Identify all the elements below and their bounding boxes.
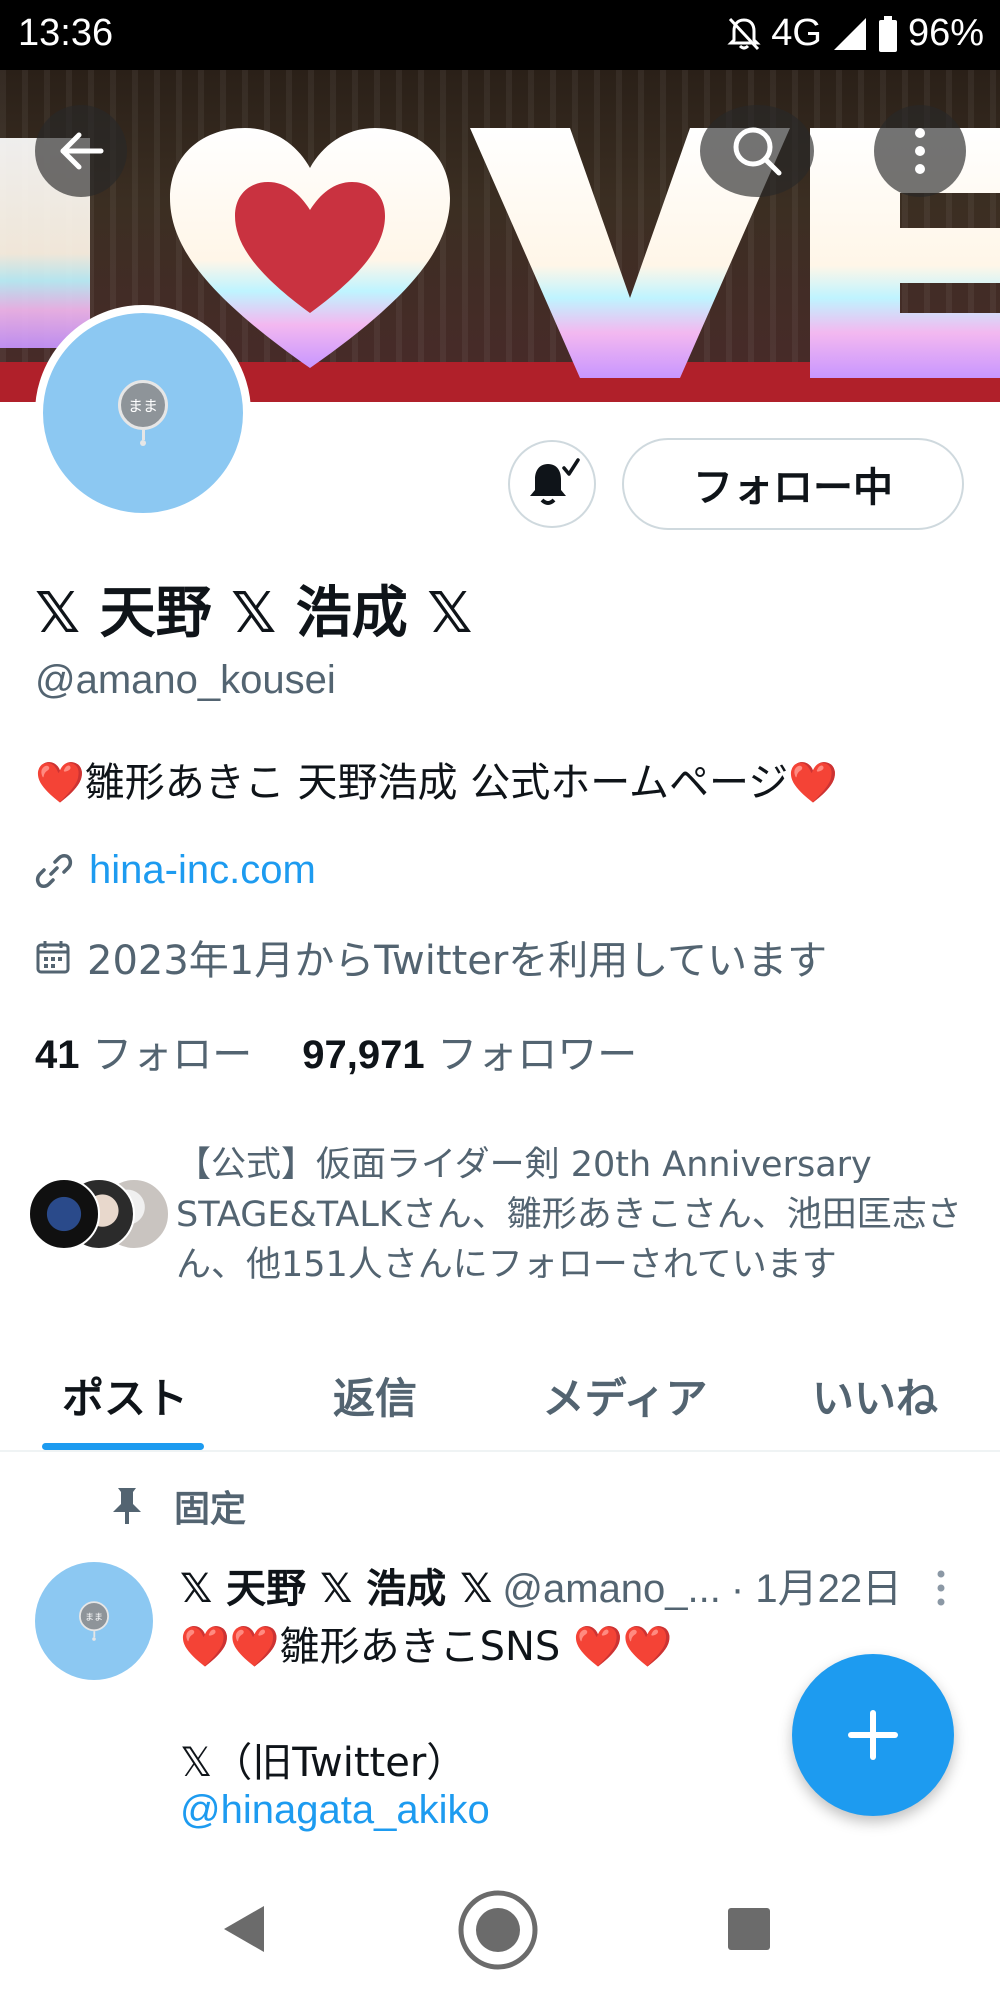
battery-icon — [878, 15, 897, 52]
post-more-button[interactable] — [930, 1566, 952, 1614]
followers-label: フォロワー — [437, 1032, 638, 1078]
mutual-followers-avatars[interactable] — [28, 1178, 170, 1250]
avatar-badge: まま — [118, 380, 168, 446]
avatar-badge-text: まま — [118, 380, 168, 430]
system-nav-bar — [0, 1858, 1000, 2000]
avatar-badge-text: まま — [79, 1601, 109, 1632]
post-text-line: 𝕏（旧Twitter） — [180, 1740, 467, 1786]
profile-tabs: ポスト 返信 メディア いいね — [0, 1340, 1000, 1452]
tab-likes[interactable]: いいね — [750, 1340, 1000, 1450]
more-vertical-icon — [915, 128, 925, 174]
nav-home-icon — [458, 1890, 538, 1970]
avatar-badge: まま — [79, 1601, 109, 1641]
post-author-handle[interactable]: @amano_... — [502, 1567, 721, 1612]
status-indicators: 4G 96% — [727, 12, 984, 55]
nav-recents-button[interactable] — [726, 1906, 772, 1956]
pinned-indicator: 固定 — [110, 1480, 246, 1532]
battery-level: 96% — [907, 12, 984, 54]
more-options-button[interactable] — [874, 105, 966, 197]
tab-label: メディア — [542, 1373, 708, 1423]
bell-check-icon — [530, 458, 580, 505]
calendar-icon — [36, 941, 70, 974]
tab-posts[interactable]: ポスト — [0, 1340, 250, 1450]
plus-icon — [848, 1710, 898, 1760]
joined-date: 2023年1月からTwitterを利用しています — [87, 938, 828, 984]
mute-bell-icon — [727, 17, 761, 50]
notifications-button[interactable] — [508, 440, 596, 528]
compose-post-button[interactable] — [792, 1654, 954, 1816]
post-text-line: ❤️❤️雛形あきこSNS ❤️❤️ — [180, 1624, 673, 1670]
search-button[interactable] — [700, 105, 814, 197]
post-date[interactable]: · 1月22日 — [731, 1556, 902, 1614]
nav-home-button[interactable] — [456, 1888, 540, 1976]
following-label: フォロー — [92, 1032, 253, 1078]
post-author-avatar[interactable]: まま — [35, 1562, 153, 1680]
nav-recents-icon — [728, 1908, 770, 1950]
profile-bio: ❤️雛形あきこ 天野浩成 公式ホームページ❤️ — [35, 760, 839, 806]
tab-media[interactable]: メディア — [500, 1340, 750, 1450]
status-bar: 13:36 4G 96% — [0, 0, 1000, 70]
more-vertical-icon — [937, 1570, 945, 1606]
mutual-avatar-1 — [28, 1178, 100, 1250]
arrow-left-icon — [60, 132, 104, 170]
signal-icon — [833, 17, 866, 50]
link-icon — [35, 853, 73, 888]
following-stat[interactable]: 41 フォロー — [35, 1022, 252, 1080]
joined-date-row: 2023年1月からTwitterを利用しています — [35, 928, 827, 986]
network-type: 4G — [771, 12, 822, 54]
tab-label: ポスト — [61, 1373, 188, 1423]
following-button[interactable]: フォロー中 — [622, 438, 964, 530]
followers-count: 97,971 — [302, 1033, 425, 1077]
user-handle: @amano_kousei — [35, 658, 336, 702]
tab-replies[interactable]: 返信 — [250, 1340, 500, 1450]
post-author-name[interactable]: 𝕏 天野 𝕏 浩成 𝕏 — [180, 1556, 492, 1614]
search-icon — [733, 127, 782, 176]
status-time: 13:36 — [18, 12, 114, 54]
post-mention-link[interactable]: @hinagata_akiko — [180, 1788, 490, 1833]
followed-by-text[interactable]: 【公式】仮面ライダー剣 20th Anniversary STAGE&TALKさ… — [176, 1140, 976, 1290]
profile-link-row: hina-inc.com — [35, 848, 316, 893]
tab-label: 返信 — [332, 1373, 417, 1423]
tab-label: いいね — [811, 1373, 938, 1423]
post-header: 𝕏 天野 𝕏 浩成 𝕏 @amano_... · 1月22日 — [180, 1556, 902, 1614]
nav-back-button[interactable] — [218, 1902, 268, 1960]
pinned-label: 固定 — [174, 1489, 247, 1530]
pin-icon — [113, 1488, 141, 1524]
profile-website-link[interactable]: hina-inc.com — [89, 848, 316, 893]
nav-back-icon — [224, 1906, 264, 1952]
following-count: 41 — [35, 1033, 80, 1077]
active-tab-indicator — [42, 1443, 204, 1450]
profile-avatar[interactable]: まま — [35, 305, 251, 521]
follow-stats: 41 フォロー 97,971 フォロワー — [35, 1022, 637, 1080]
back-button[interactable] — [35, 105, 127, 197]
followers-stat[interactable]: 97,971 フォロワー — [302, 1022, 637, 1080]
display-name: 𝕏 天野 𝕏 浩成 𝕏 — [35, 581, 473, 646]
